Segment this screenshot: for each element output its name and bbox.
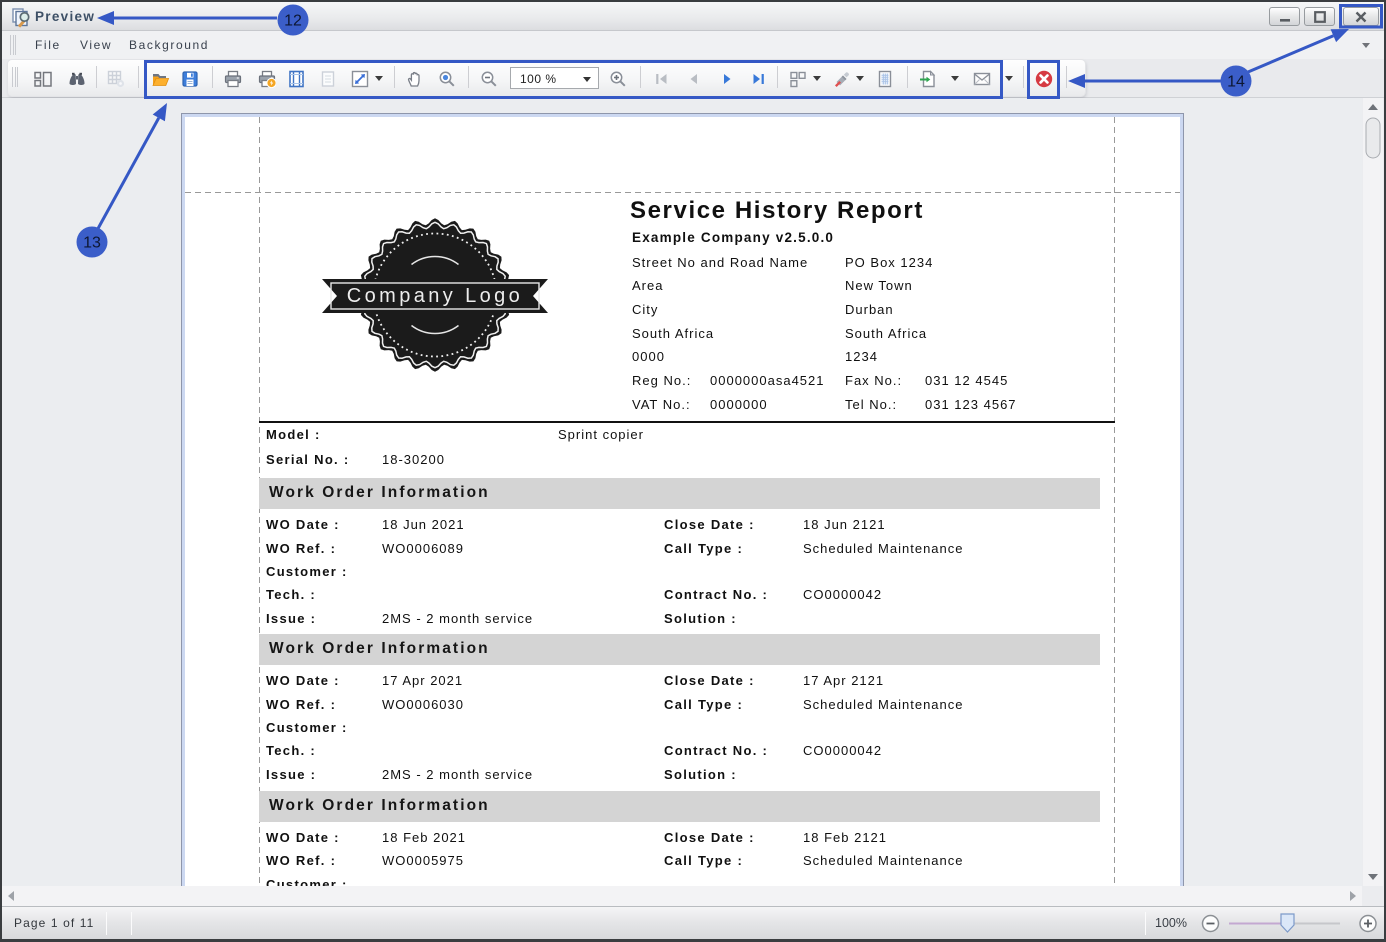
svg-text:Company Logo: Company Logo <box>347 285 523 307</box>
